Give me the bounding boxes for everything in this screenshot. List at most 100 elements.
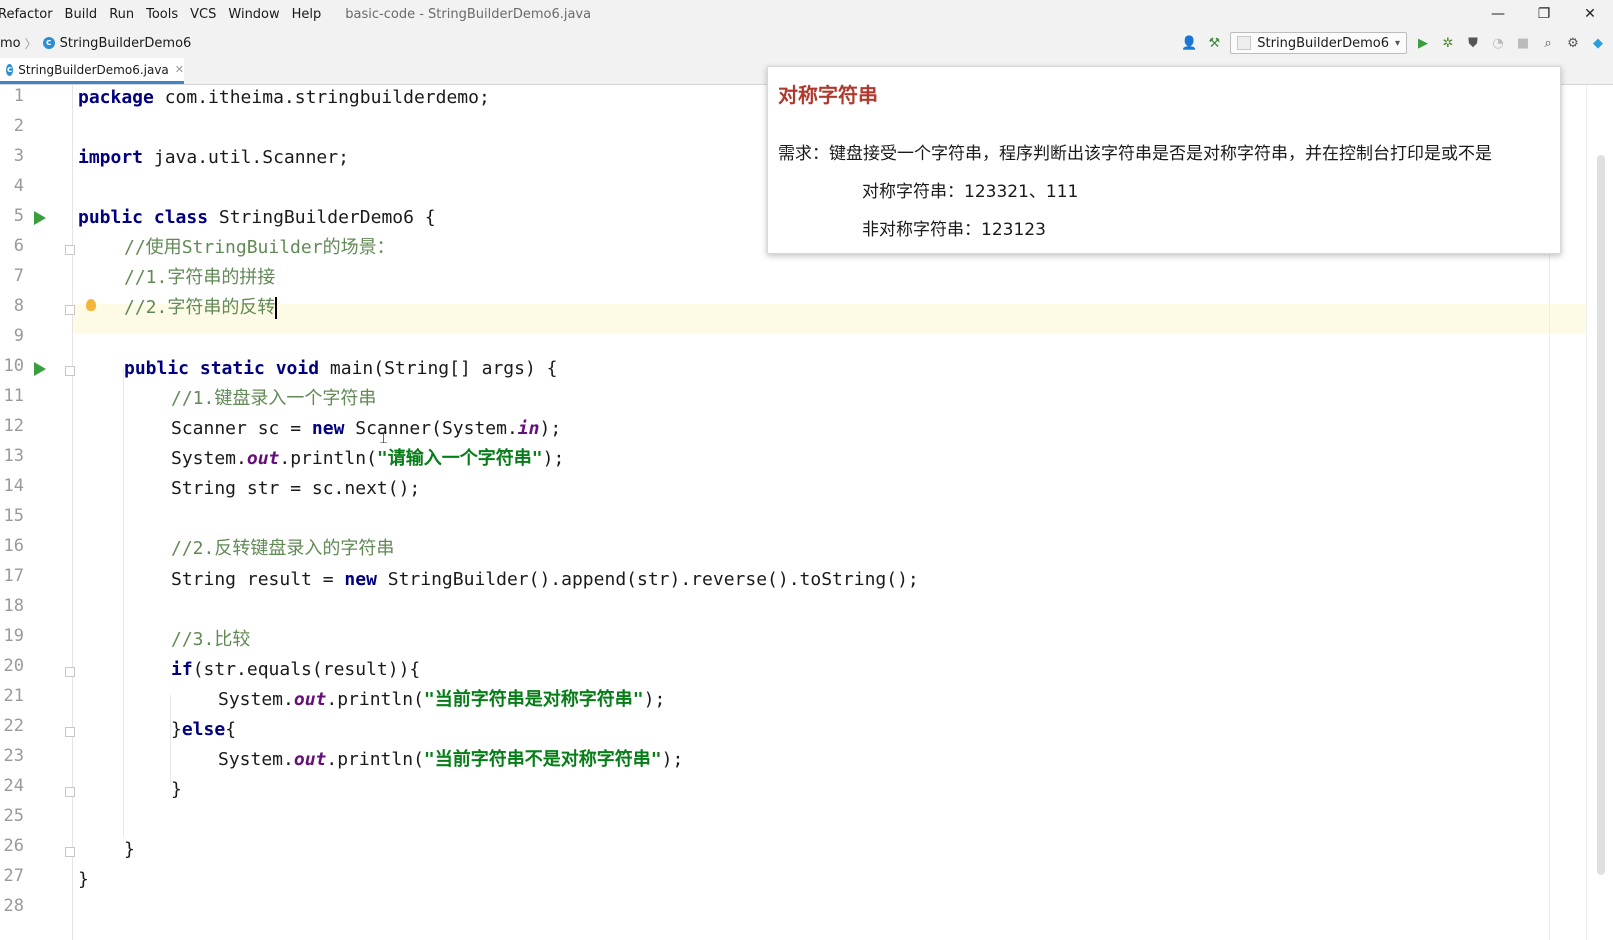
editor-gutter: 1 2 3 4 5 6 7 8 9 10 11 12 13 14 15 16 1… <box>0 85 96 940</box>
line-number: 12 <box>3 416 24 436</box>
line-number: 24 <box>3 776 24 796</box>
code-line-5: public class StringBuilderDemo6 { <box>78 207 436 228</box>
run-main-icon[interactable] <box>34 362 46 376</box>
close-tab-icon[interactable]: ✕ <box>175 63 184 76</box>
line-number: 28 <box>3 896 24 916</box>
debug-icon[interactable]: ✲ <box>1439 34 1457 52</box>
code-line-10: public static void main(String[] args) { <box>124 358 558 379</box>
line-number: 7 <box>13 266 24 286</box>
chevron-right-icon: 〉 <box>24 36 37 51</box>
code-line-8: //2.字符串的反转 <box>124 297 278 319</box>
popup-requirement: 需求：键盘接受一个字符串，程序判断出该字符串是否是对称字符串，并在控制台打印是或… <box>778 144 1492 164</box>
scrollbar-thumb[interactable] <box>1597 155 1605 875</box>
stop-icon[interactable]: ■ <box>1514 34 1532 52</box>
line-number: 11 <box>3 386 24 406</box>
code-line-12: Scanner sc = new Scanner(System.in); <box>171 418 562 439</box>
breadcrumb-class[interactable]: StringBuilderDemo6 <box>60 36 192 51</box>
line-number: 20 <box>3 656 24 676</box>
menu-tools[interactable]: Tools <box>140 7 184 22</box>
window-title: basic-code - StringBuilderDemo6.java <box>345 6 592 22</box>
code-line-19: //3.比较 <box>171 629 251 650</box>
window-controls: — ❐ ✕ <box>1475 0 1613 28</box>
ide-window: Refactor Build Run Tools VCS Window Help… <box>0 0 1613 940</box>
code-line-1: package com.itheima.stringbuilderdemo; <box>78 87 490 108</box>
code-line-7: //1.字符串的拼接 <box>124 267 276 288</box>
code-line-11: //1.键盘录入一个字符串 <box>171 388 377 409</box>
text-caret <box>275 297 278 319</box>
line-number: 18 <box>3 596 24 616</box>
menu-refactor[interactable]: Refactor <box>0 7 59 22</box>
text-cursor-icon: 𝙸 <box>378 428 390 447</box>
profile-icon[interactable]: ◔ <box>1489 34 1507 52</box>
code-line-26: } <box>124 839 135 860</box>
breadcrumb-module[interactable]: mo <box>0 36 21 51</box>
line-number: 6 <box>13 236 24 256</box>
line-number: 26 <box>3 836 24 856</box>
line-number: 14 <box>3 476 24 496</box>
popup-example-asymmetric: 非对称字符串：123123 <box>862 220 1046 240</box>
line-number: 13 <box>3 446 24 466</box>
class-icon: c <box>42 37 55 49</box>
line-number: 3 <box>13 146 24 166</box>
line-number: 27 <box>3 866 24 886</box>
line-number: 23 <box>3 746 24 766</box>
line-number: 19 <box>3 626 24 646</box>
task-description-popup: 对称字符串 需求：键盘接受一个字符串，程序判断出该字符串是否是对称字符串，并在控… <box>767 66 1561 254</box>
code-line-6: //使用StringBuilder的场景： <box>124 237 395 258</box>
run-configuration-select[interactable]: StringBuilderDemo6 ▾ <box>1230 32 1407 54</box>
menu-bar: Refactor Build Run Tools VCS Window Help… <box>0 0 1613 28</box>
class-icon: c <box>6 63 14 76</box>
navigation-bar: mo 〉 c StringBuilderDemo6 👤 ⚒ StringBuil… <box>0 28 1613 59</box>
run-configuration-label: StringBuilderDemo6 <box>1257 35 1389 51</box>
line-number: 16 <box>3 536 24 556</box>
line-number: 5 <box>13 206 24 226</box>
run-class-icon[interactable] <box>34 211 46 225</box>
code-line-17: String result = new StringBuilder().appe… <box>171 569 919 590</box>
close-icon[interactable]: ✕ <box>1567 0 1613 28</box>
line-number: 2 <box>13 116 24 136</box>
run-config-icon <box>1237 36 1252 50</box>
code-line-14: String str = sc.next(); <box>171 478 421 499</box>
search-icon[interactable]: ⌕ <box>1539 34 1557 52</box>
menu-build[interactable]: Build <box>59 7 104 22</box>
code-line-3: import java.util.Scanner; <box>78 147 349 168</box>
line-number: 4 <box>13 176 24 196</box>
gear-icon[interactable]: ⚙ <box>1564 34 1582 52</box>
line-number: 8 <box>13 296 24 316</box>
line-number: 22 <box>3 716 24 736</box>
main-toolbar: 👤 ⚒ StringBuilderDemo6 ▾ ▶ ✲ ⛊ ◔ ■ ⌕ ⚙ ◆ <box>1180 28 1607 58</box>
code-line-21: System.out.println("当前字符串是对称字符串"); <box>218 689 666 710</box>
popup-example-symmetric: 对称字符串：123321、111 <box>862 182 1079 202</box>
build-hammer-icon[interactable]: ⚒ <box>1205 34 1223 52</box>
line-number: 9 <box>13 326 24 346</box>
line-number: 15 <box>3 506 24 526</box>
menu-vcs[interactable]: VCS <box>184 7 222 22</box>
line-number: 17 <box>3 566 24 586</box>
code-line-13: System.out.println("请输入一个字符串"); <box>171 448 565 469</box>
code-line-27: } <box>78 869 89 890</box>
menu-window[interactable]: Window <box>222 7 285 22</box>
run-icon[interactable]: ▶ <box>1414 34 1432 52</box>
code-line-23: System.out.println("当前字符串不是对称字符串"); <box>218 749 684 770</box>
line-number: 25 <box>3 806 24 826</box>
menu-help[interactable]: Help <box>286 7 328 22</box>
tab-label: StringBuilderDemo6.java <box>18 62 169 77</box>
line-number: 10 <box>3 356 24 376</box>
plugin-icon[interactable]: ◆ <box>1589 34 1607 52</box>
user-icon[interactable]: 👤 <box>1180 34 1198 52</box>
coverage-icon[interactable]: ⛊ <box>1464 34 1482 52</box>
restore-icon[interactable]: ❐ <box>1521 0 1567 28</box>
vertical-scrollbar[interactable] <box>1586 85 1613 940</box>
line-number: 21 <box>3 686 24 706</box>
indent-guide <box>123 367 124 837</box>
code-line-16: //2.反转键盘录入的字符串 <box>171 538 395 559</box>
tab-stringbuilderdemo6[interactable]: c StringBuilderDemo6.java ✕ <box>0 58 184 84</box>
code-line-24: } <box>171 779 182 800</box>
menu-run[interactable]: Run <box>103 7 140 22</box>
popup-title: 对称字符串 <box>778 83 878 107</box>
code-line-22: }else{ <box>171 719 237 740</box>
chevron-down-icon: ▾ <box>1394 37 1400 49</box>
minimize-icon[interactable]: — <box>1475 0 1521 28</box>
line-number: 1 <box>13 86 24 106</box>
code-line-20: if(str.equals(result)){ <box>171 659 421 680</box>
